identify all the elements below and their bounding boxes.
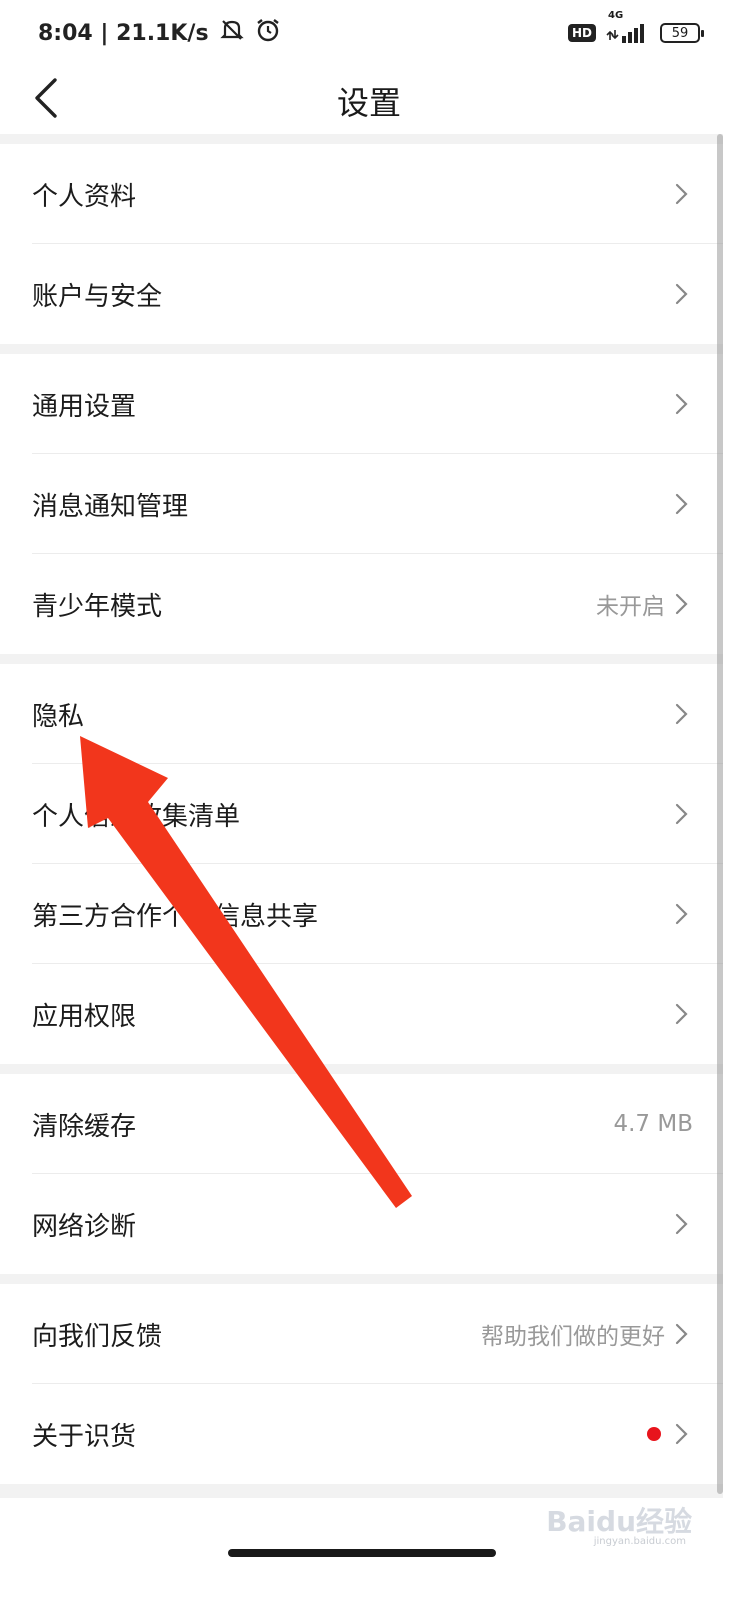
settings-row-notifications[interactable]: 消息通知管理 [0, 454, 723, 554]
row-label: 个人信息收集清单 [32, 801, 241, 832]
section-gap [0, 1274, 723, 1284]
status-time-speed: 8:04 | 21.1K/s [38, 20, 209, 46]
row-label: 清除缓存 [32, 1111, 137, 1142]
settings-row-app-permissions[interactable]: 应用权限 [0, 964, 723, 1064]
settings-row-third-party-sharing[interactable]: 第三方合作个人信息共享 [0, 864, 723, 964]
row-label: 青少年模式 [32, 591, 163, 622]
section-gap [0, 344, 723, 354]
chevron-right-icon [671, 493, 693, 515]
section-gap [0, 134, 723, 144]
chevron-right-icon [671, 593, 693, 615]
hd-badge: HD [567, 24, 596, 42]
row-label: 关于识货 [32, 1421, 137, 1452]
settings-row-general[interactable]: 通用设置 [0, 354, 723, 454]
nav-bar: 设置 [0, 66, 738, 134]
settings-row-profile[interactable]: 个人资料 [0, 144, 723, 244]
section-gap [0, 1064, 723, 1074]
battery-indicator: 59 [660, 23, 704, 43]
network-type: 4G [608, 10, 624, 21]
chevron-right-icon [671, 803, 693, 825]
teen-mode-status: 未开启 [596, 594, 665, 620]
chevron-right-icon [671, 903, 693, 925]
settings-row-teen-mode[interactable]: 青少年模式 未开启 [0, 554, 723, 654]
settings-row-privacy[interactable]: 隐私 [0, 664, 723, 764]
chevron-right-icon [671, 183, 693, 205]
page-title: 设置 [336, 84, 401, 122]
chevron-right-icon [671, 1423, 693, 1445]
watermark-url: jingyan.baidu.com [593, 1536, 686, 1547]
row-label: 消息通知管理 [32, 491, 189, 522]
chevron-right-icon [671, 1213, 693, 1235]
update-red-dot [647, 1427, 661, 1441]
section-gap [0, 1484, 723, 1498]
chevron-right-icon [671, 1003, 693, 1025]
watermark-logo: Baidu经验 [546, 1505, 692, 1538]
settings-row-feedback[interactable]: 向我们反馈 帮助我们做的更好 [0, 1284, 723, 1384]
section-gap [0, 654, 723, 664]
row-label: 隐私 [32, 701, 85, 732]
chevron-right-icon [671, 703, 693, 725]
scrollbar[interactable] [717, 134, 723, 1494]
settings-row-personal-info-list[interactable]: 个人信息收集清单 [0, 764, 723, 864]
home-indicator[interactable] [228, 1549, 496, 1557]
chevron-right-icon [671, 1323, 693, 1345]
mute-icon [219, 17, 245, 49]
signal-icon: 4G [606, 10, 650, 44]
row-label: 账户与安全 [32, 281, 163, 312]
settings-list: 个人资料 账户与安全 通用设置 消息通知管理 青少年模式 未开启 隐私 个人信息… [0, 134, 723, 1498]
settings-row-account-security[interactable]: 账户与安全 [0, 244, 723, 344]
row-label: 通用设置 [32, 391, 137, 422]
status-bar: 8:04 | 21.1K/s HD 4G 59 [0, 0, 738, 66]
row-label: 第三方合作个人信息共享 [32, 901, 319, 932]
chevron-right-icon [671, 393, 693, 415]
status-right: HD 4G 59 [567, 10, 704, 44]
row-label: 个人资料 [32, 181, 137, 212]
status-left: 8:04 | 21.1K/s [38, 17, 281, 49]
cache-size: 4.7 MB [613, 1111, 693, 1137]
settings-row-clear-cache[interactable]: 清除缓存 4.7 MB [0, 1074, 723, 1174]
feedback-hint: 帮助我们做的更好 [481, 1324, 665, 1350]
row-label: 网络诊断 [32, 1211, 137, 1242]
chevron-right-icon [671, 283, 693, 305]
row-label: 应用权限 [32, 1001, 137, 1032]
row-label: 向我们反馈 [32, 1321, 163, 1352]
settings-row-about[interactable]: 关于识货 [0, 1384, 723, 1484]
settings-row-network-diagnosis[interactable]: 网络诊断 [0, 1174, 723, 1274]
alarm-icon [255, 17, 281, 49]
